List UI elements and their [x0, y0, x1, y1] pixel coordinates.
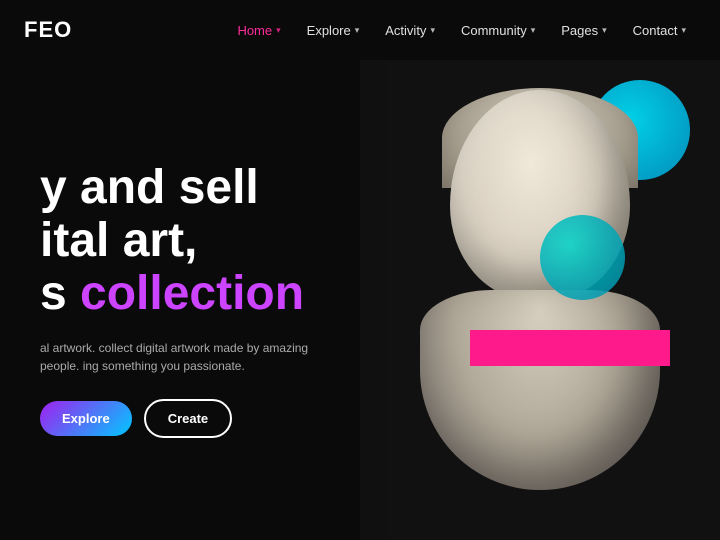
- nav-item-activity[interactable]: Activity ▾: [375, 17, 445, 44]
- hero-buttons: Explore Create: [40, 399, 396, 438]
- nav-item-community[interactable]: Community ▾: [451, 17, 545, 44]
- chevron-down-icon: ▾: [531, 25, 536, 36]
- nav-links: Home ▾ Explore ▾ Activity ▾ Community ▾ …: [227, 17, 696, 44]
- chevron-down-icon: ▾: [681, 25, 686, 36]
- hero-subtitle: al artwork. collect digital artwork made…: [40, 339, 340, 375]
- navbar: FEO Home ▾ Explore ▾ Activity ▾ Communit…: [0, 0, 720, 60]
- deco-bar-pink: [470, 330, 670, 366]
- chevron-down-icon: ▾: [602, 25, 607, 36]
- hero-section: y and sell ital art, s collection al art…: [0, 60, 720, 540]
- deco-circle-teal: [540, 215, 625, 300]
- hero-content: y and sell ital art, s collection al art…: [0, 162, 396, 437]
- chevron-down-icon: ▾: [355, 25, 360, 36]
- chevron-down-icon: ▾: [430, 25, 435, 36]
- hero-title: y and sell ital art, s collection: [40, 162, 396, 320]
- logo: FEO: [24, 17, 72, 43]
- nav-item-pages[interactable]: Pages ▾: [551, 17, 616, 44]
- explore-button[interactable]: Explore: [40, 401, 132, 436]
- nav-item-home[interactable]: Home ▾: [227, 17, 290, 44]
- create-button[interactable]: Create: [144, 399, 232, 438]
- chevron-down-icon: ▾: [276, 25, 281, 36]
- nav-item-explore[interactable]: Explore ▾: [297, 17, 370, 44]
- nav-item-contact[interactable]: Contact ▾: [623, 17, 696, 44]
